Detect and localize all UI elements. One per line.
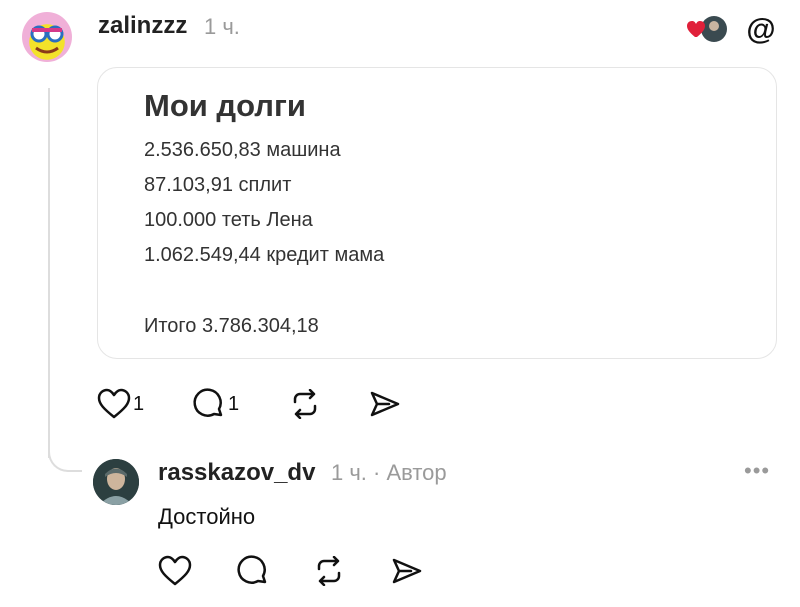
- repost-button[interactable]: [289, 389, 321, 419]
- post-timestamp: 1 ч.: [204, 14, 240, 39]
- send-icon: [370, 391, 400, 417]
- svg-text:@: @: [746, 14, 775, 44]
- post-username[interactable]: zalinzzz: [98, 12, 187, 40]
- spongebob-avatar-icon: [30, 25, 64, 54]
- comment-button[interactable]: 1: [192, 387, 239, 421]
- debt-item: 2.536.650,83 машина: [144, 139, 341, 161]
- debt-total: Итого 3.786.304,18: [144, 315, 319, 337]
- threads-logo-icon[interactable]: @: [746, 13, 776, 46]
- reply-comment-button[interactable]: [236, 554, 270, 588]
- debt-item: 87.103,91 сплит: [144, 174, 292, 196]
- debt-item: 1.062.549,44 кредит мама: [144, 244, 385, 266]
- comment-count: 1: [228, 392, 240, 415]
- user-avatar[interactable]: [22, 12, 72, 62]
- reply-share-button[interactable]: [391, 556, 423, 586]
- reply-timestamp: 1 ч. · Автор: [331, 460, 447, 485]
- reply-username[interactable]: rasskazov_dv: [158, 459, 315, 487]
- like-count: 1: [133, 392, 145, 415]
- reply-avatar[interactable]: [93, 459, 139, 505]
- repost-icon: [293, 389, 317, 419]
- more-options-button[interactable]: •••: [744, 458, 770, 484]
- heart-outline-icon: [97, 388, 131, 419]
- share-button[interactable]: [369, 389, 401, 419]
- liked-by-indicator[interactable]: [686, 14, 730, 44]
- comment-icon: [237, 555, 267, 584]
- heart-outline-icon: [158, 555, 192, 586]
- reply-text: Достойно: [158, 504, 256, 529]
- card-title: Мои долги: [144, 88, 306, 123]
- comment-icon: [193, 388, 223, 417]
- post-card: Мои долги 2.536.650,83 машина 87.103,91 …: [97, 67, 777, 359]
- like-button[interactable]: 1: [97, 388, 144, 420]
- thread-line: [48, 88, 50, 458]
- thread-line-curve: [48, 442, 82, 472]
- repost-icon: [317, 556, 341, 586]
- debt-item: 100.000 теть Лена: [144, 209, 313, 231]
- reply-repost-button[interactable]: [313, 556, 345, 586]
- send-icon: [392, 558, 422, 584]
- person-avatar-icon: [93, 459, 139, 505]
- reply-like-button[interactable]: [158, 555, 192, 587]
